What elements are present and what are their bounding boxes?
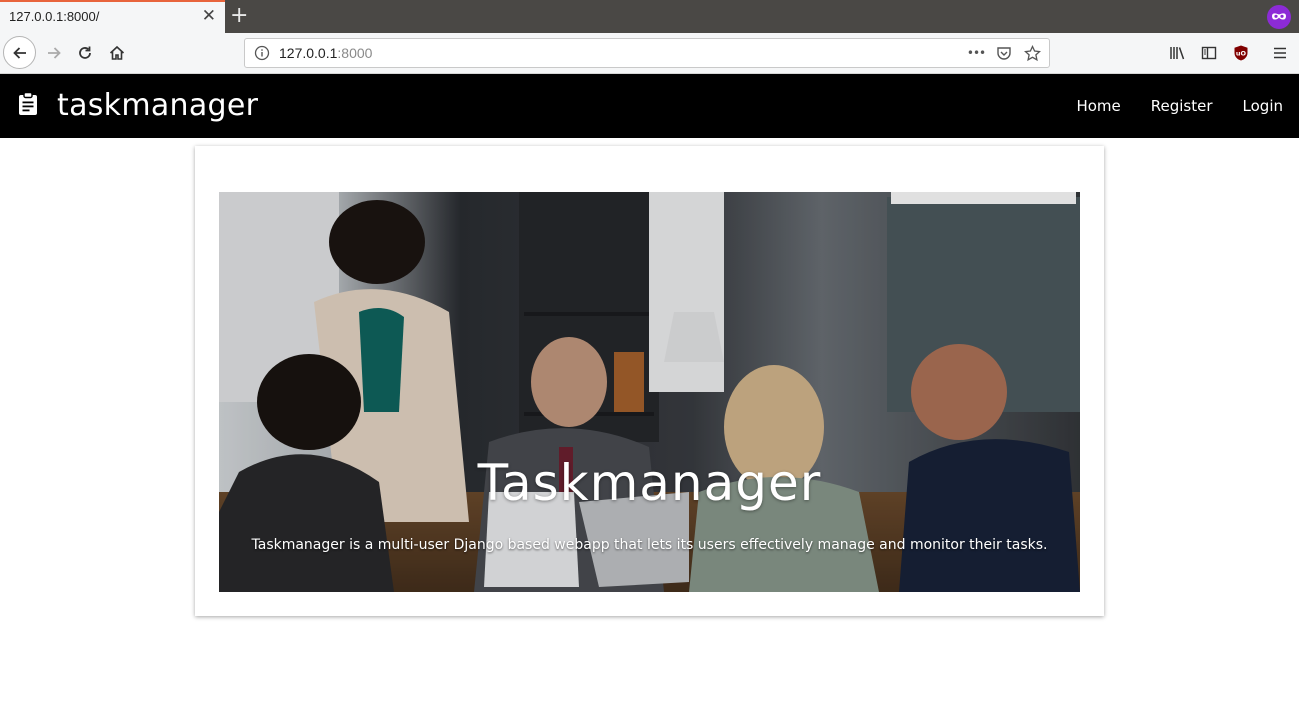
tab-close-icon[interactable]: ✕ [202,6,216,26]
url-bar[interactable]: 127.0.0.1:8000 ••• [244,38,1050,68]
url-text: 127.0.0.1:8000 [279,45,372,61]
bookmark-star-icon[interactable] [1021,42,1043,64]
brand-name: taskmanager [57,88,259,123]
nav-links: Home Register Login [1076,74,1299,138]
reload-icon[interactable] [69,37,101,69]
browser-tab-strip: 127.0.0.1:8000/ ✕ + [0,0,1299,33]
url-port: :8000 [337,45,373,61]
hero-title: Taskmanager [477,454,822,512]
nav-register-link[interactable]: Register [1151,97,1213,115]
pocket-icon[interactable] [993,42,1015,64]
forward-icon[interactable] [38,37,70,69]
tab-title: 127.0.0.1:8000/ [9,9,100,24]
main-card: Taskmanager Taskmanager is a multi-user … [195,146,1104,616]
brand-link[interactable]: taskmanager [17,88,258,123]
menu-icon[interactable] [1264,37,1296,69]
page-actions-icon[interactable]: ••• [965,42,987,64]
browser-toolbar: 127.0.0.1:8000 ••• uO [0,33,1299,74]
svg-text:uO: uO [1236,50,1247,58]
library-icon[interactable] [1161,37,1193,69]
site-navbar: taskmanager Home Register Login [0,74,1299,138]
sidebar-icon[interactable] [1193,37,1225,69]
nav-login-link[interactable]: Login [1243,97,1283,115]
ublock-icon[interactable]: uO [1225,37,1257,69]
new-tab-button[interactable]: + [230,3,248,29]
site-info-icon[interactable] [254,45,270,65]
private-browsing-mask-icon [1267,5,1291,29]
hero-description: Taskmanager is a multi-user Django based… [251,537,1048,553]
browser-tab-active[interactable]: 127.0.0.1:8000/ ✕ [0,0,225,33]
hero-office-photo [219,192,1080,592]
back-icon[interactable] [3,36,36,69]
clipboard-icon [17,91,39,120]
home-icon[interactable] [101,37,133,69]
nav-home-link[interactable]: Home [1076,97,1120,115]
page-actions-dots: ••• [966,46,986,60]
url-host: 127.0.0.1 [279,45,338,61]
hero-banner: Taskmanager Taskmanager is a multi-user … [219,192,1080,592]
